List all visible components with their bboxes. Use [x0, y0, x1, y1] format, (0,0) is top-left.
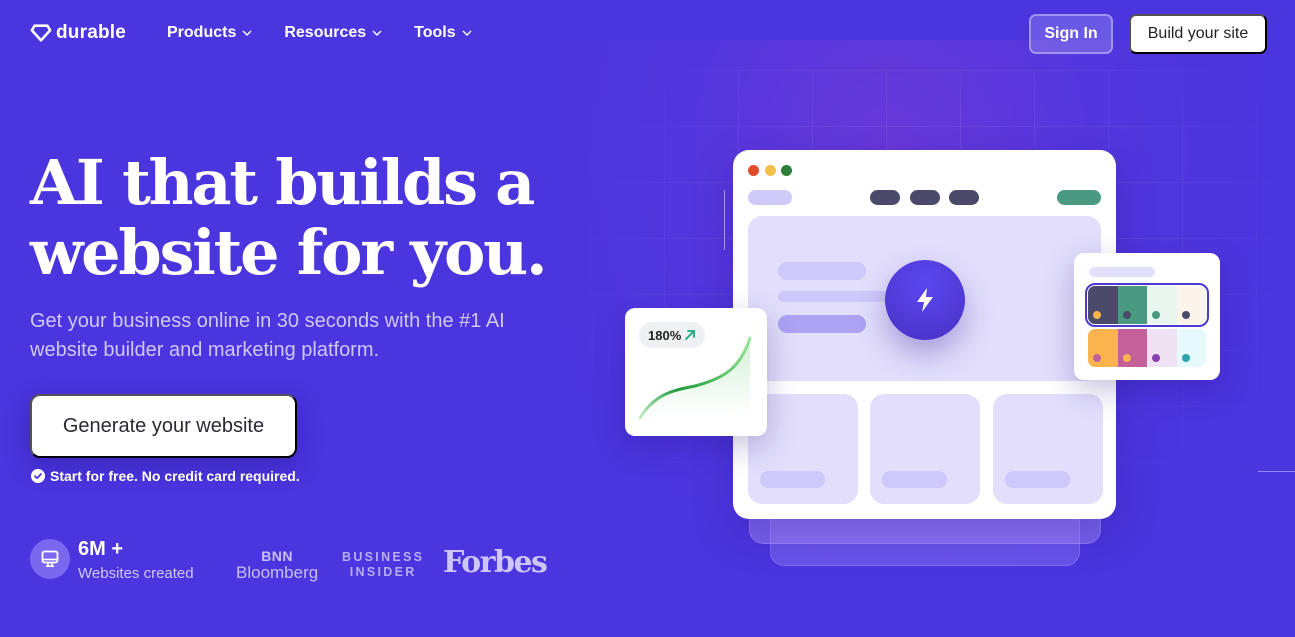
palette-swatch-dot — [1093, 311, 1101, 319]
palette-title-placeholder — [1089, 267, 1155, 277]
palette-swatch-dot — [1152, 354, 1160, 362]
growth-area — [640, 338, 750, 418]
websites-created-label: Websites created — [78, 565, 194, 582]
hero-subtitle: Get your business online in 30 seconds w… — [30, 310, 505, 361]
palette-swatch — [1117, 329, 1147, 367]
nav-resources[interactable]: Resources — [284, 24, 382, 42]
palette-swatch-dot — [1122, 311, 1131, 319]
build-your-site-button[interactable]: Build your site — [1129, 14, 1267, 54]
mock-card-label — [882, 471, 947, 488]
palette-swatch-dot — [1122, 354, 1131, 362]
bnn-logo-top: BNN — [261, 548, 294, 564]
free-note-text: Start for free. No credit card required. — [50, 468, 300, 484]
business-insider-logo: BUSINESS INSIDER — [342, 551, 424, 580]
business-insider-logo-bottom: INSIDER — [349, 564, 417, 579]
growth-card: 180% — [625, 308, 767, 436]
palette-swatch-dot — [1152, 311, 1160, 319]
growth-value: 180% — [648, 327, 682, 343]
palette-swatch — [1147, 329, 1177, 367]
bnn-bloomberg-logo: BNN Bloomberg — [236, 549, 318, 581]
nav-tools-label: Tools — [414, 24, 456, 41]
check-circle-icon — [31, 469, 45, 483]
hero-title-line-2: website for you. — [30, 216, 548, 289]
palette-swatch — [1088, 329, 1118, 367]
mock-cta-pill — [1057, 190, 1101, 205]
websites-stat-badge — [30, 539, 70, 579]
mock-nav-pill — [910, 190, 940, 205]
mock-feature-card — [870, 394, 980, 504]
palette-swatch-dot — [1181, 354, 1190, 362]
forbes-logo: Forbes — [443, 545, 548, 580]
background-accent-line — [724, 190, 725, 250]
palette-option[interactable] — [1085, 283, 1209, 327]
diamond-logo-icon — [30, 24, 52, 42]
chevron-down-icon — [242, 30, 252, 36]
window-close-dot — [748, 165, 759, 176]
palette-swatch-dot — [1181, 311, 1190, 319]
mock-text-line — [778, 315, 866, 333]
websites-created-count: 6M + — [78, 538, 124, 560]
mock-card-label — [1005, 471, 1070, 488]
free-note: Start for free. No credit card required. — [31, 468, 300, 484]
mock-nav-pill — [949, 190, 979, 205]
background-accent-line — [1258, 471, 1295, 472]
growth-badge: 180% — [639, 322, 706, 348]
mock-text-line — [778, 262, 866, 280]
chevron-down-icon — [462, 30, 472, 36]
arrow-up-right-icon — [685, 330, 696, 340]
lightning-bolt-icon — [917, 288, 933, 312]
sign-in-button[interactable]: Sign In — [1029, 14, 1113, 54]
mock-logo-pill — [748, 190, 792, 205]
bnn-logo-bottom: Bloomberg — [236, 563, 319, 582]
palette-swatch-dot — [1093, 354, 1101, 362]
monitor-icon — [41, 550, 59, 567]
mock-feature-card — [993, 394, 1103, 504]
nav-resources-label: Resources — [284, 24, 367, 41]
nav-products-label: Products — [167, 24, 237, 41]
nav-products[interactable]: Products — [167, 24, 252, 42]
palette-swatch — [1176, 286, 1206, 324]
nav-menu: Products Resources Tools — [167, 24, 504, 42]
mock-text-line — [778, 291, 888, 302]
palette-swatch — [1176, 329, 1206, 367]
hero-title: AI that builds a website for you. — [30, 148, 590, 288]
palette-option[interactable] — [1088, 329, 1206, 367]
palette-swatch — [1117, 286, 1147, 324]
business-insider-logo-top: BUSINESS — [342, 550, 425, 564]
mock-nav-pill — [870, 190, 900, 205]
color-palette-card — [1074, 253, 1220, 380]
logo-link[interactable]: durable — [30, 22, 126, 44]
top-nav: durable Products Resources Tools Sign In… — [0, 0, 1295, 68]
nav-tools[interactable]: Tools — [414, 24, 472, 42]
mock-card-label — [760, 471, 825, 488]
window-minimize-dot — [765, 165, 776, 176]
logo-text: durable — [56, 22, 127, 43]
generate-website-button[interactable]: Generate your website — [30, 394, 297, 458]
ai-generate-button — [885, 260, 965, 340]
window-maximize-dot — [781, 165, 792, 176]
palette-swatch — [1147, 286, 1177, 324]
chevron-down-icon — [372, 30, 382, 36]
palette-swatch — [1088, 286, 1118, 324]
hero-title-line-1: AI that builds a — [30, 146, 535, 219]
